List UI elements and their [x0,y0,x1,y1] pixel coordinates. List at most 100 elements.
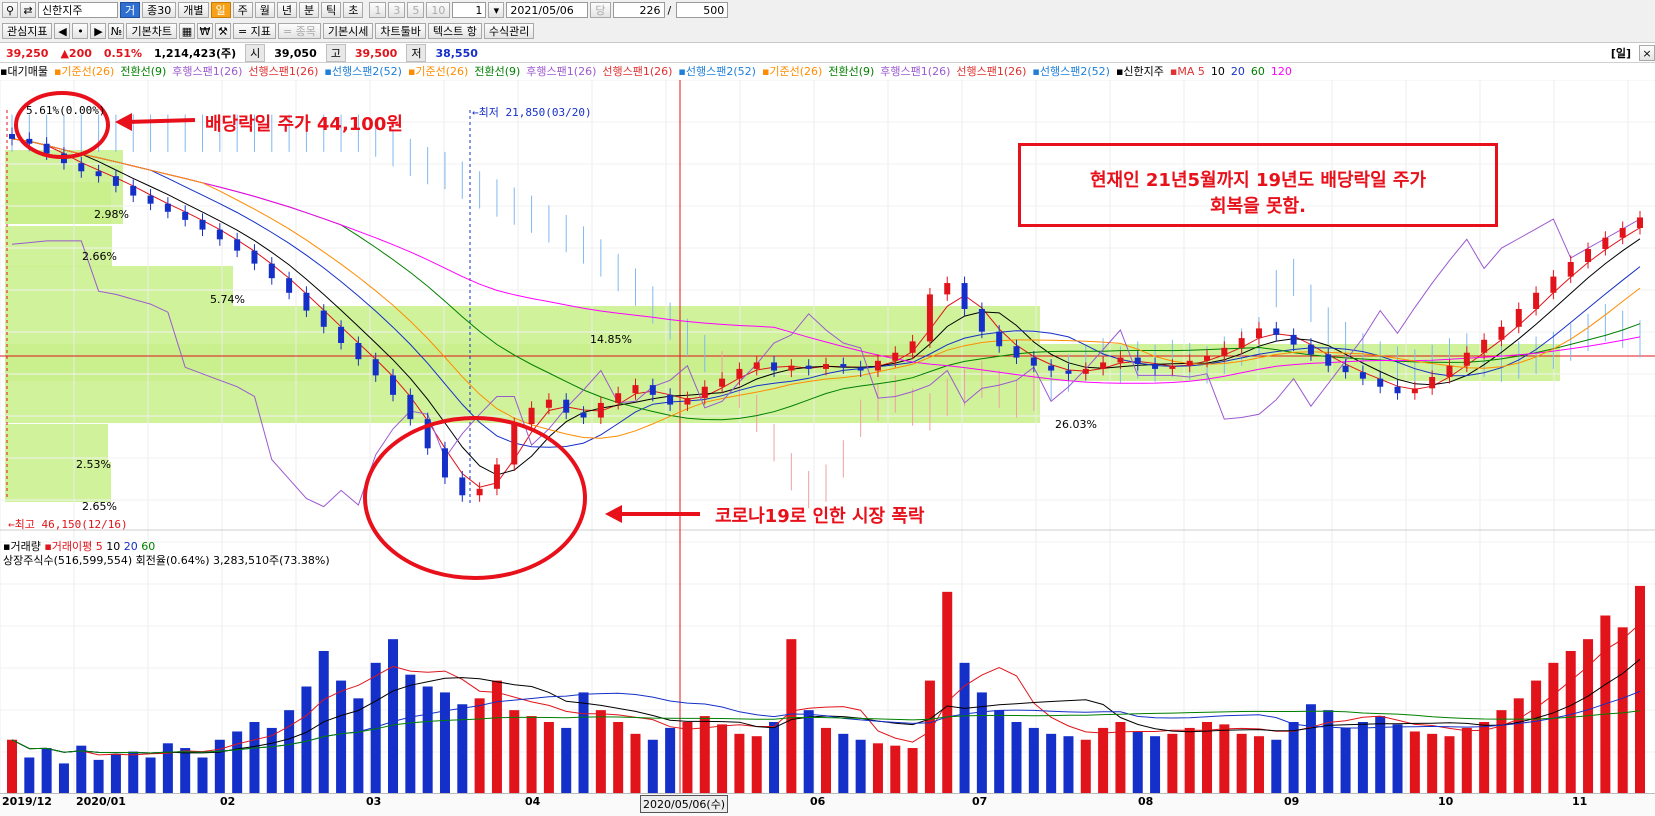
basic-chart-button[interactable]: 기본차트 [126,23,177,39]
calendar-icon[interactable]: ▦ [178,23,195,39]
wrench-icon[interactable]: ⚒ [214,23,231,39]
candle-body [459,477,466,496]
period-week[interactable]: 주 [232,2,253,18]
legend-item[interactable]: 후행스팬1(26) [880,65,950,78]
legend-item[interactable]: ▪선행스팬2(52) [324,65,402,78]
period-year[interactable]: 년 [276,2,297,18]
legend-item[interactable]: 전환선(9) [828,65,874,78]
legend-item[interactable]: ▪선행스팬2(52) [1032,65,1110,78]
scroll-right-icon[interactable]: ▶ [90,23,107,39]
chevron-down-icon[interactable]: ▾ [488,2,505,18]
formula-button[interactable]: 수식관리 [483,23,535,39]
candle-body [1152,364,1159,369]
x-axis-label: 07 [972,795,988,808]
indicator-button[interactable]: = 지표 [232,23,276,39]
high-label: 고 [325,44,346,62]
period-day[interactable]: 일 [210,2,231,18]
candle-body [632,385,639,394]
chart-toolbar-button[interactable]: 차트툴바 [375,23,426,39]
period-second[interactable]: 초 [343,2,364,18]
item-button[interactable]: = 종목 [277,23,321,39]
candle-body [597,402,604,418]
volume-ma-60: 60 [141,540,156,553]
date-select[interactable]: 2021/05/06 [506,2,589,18]
legend-item[interactable]: 전환선(9) [120,65,166,78]
candle-body [1637,217,1643,228]
minute-5[interactable]: 5 [407,2,425,18]
candle-body [511,424,518,465]
text-button[interactable]: 텍스트 항 [427,23,482,39]
volume-bar [1288,722,1299,793]
legend-item[interactable]: 후행스팬1(26) [172,65,242,78]
legend-item[interactable]: 후행스팬1(26) [526,65,596,78]
legend-item[interactable]: 선행스팬1(26) [248,65,318,78]
legend-item[interactable]: ▪MA 5 [1170,65,1205,78]
profile-pct: 2.66% [82,250,117,263]
number-icon[interactable]: № [108,23,125,39]
candle-body [164,203,171,212]
scroll-left-icon[interactable]: ◀ [54,23,71,39]
refresh-icon[interactable]: ⇄ [20,2,36,18]
legend-item[interactable]: ▪기준선(26) [54,65,114,78]
stock-name-input[interactable]: 신한지주 [38,2,118,18]
volume-bar [110,753,121,793]
count-input[interactable]: 1 [452,2,487,18]
candle-body [840,364,847,368]
won-icon[interactable]: ₩ [196,23,213,39]
high-value: 39,500 [354,46,398,60]
dot-icon[interactable]: • [72,23,89,39]
volume-bar [717,724,728,793]
legend-item[interactable]: 선행스팬1(26) [602,65,672,78]
legend-item[interactable]: ▪대기매물 [0,65,48,78]
watch-indicator-button[interactable]: 관심지표 [2,23,53,39]
legend-item[interactable]: ▪기준선(26) [762,65,822,78]
legend-item[interactable]: 120 [1271,65,1292,78]
minute-10[interactable]: 10 [426,2,451,18]
volume-bar [1496,710,1507,793]
volume-bar [890,745,901,793]
geo-toggle[interactable]: 거 [120,2,141,18]
volume-bar [1046,733,1057,793]
volume-bar [1253,736,1264,793]
close-icon[interactable]: × [1639,45,1655,61]
legend-item[interactable]: ▪신한지주 [1116,65,1164,78]
candle-body [1602,237,1609,250]
volume-bar [388,639,399,793]
legend-item[interactable]: 전환선(9) [474,65,520,78]
candle-body [9,134,15,139]
legend-item[interactable]: 선행스팬1(26) [956,65,1026,78]
minute-1[interactable]: 1 [369,2,387,18]
minute-3[interactable]: 3 [388,2,406,18]
interval-button[interactable]: 종30 [142,2,177,18]
dang-button[interactable]: 당 [590,2,611,18]
period-minute[interactable]: 분 [299,2,320,18]
period-tick[interactable]: 틱 [321,2,342,18]
legend-item[interactable]: ▪선행스팬2(52) [678,65,756,78]
basic-quote-button[interactable]: 기본시세 [322,23,374,39]
period-month[interactable]: 월 [254,2,275,18]
volume-bar [197,757,208,793]
volume-info: 상장주식수(516,599,554) 회전율(0.64%) 3,283,510주… [3,554,330,567]
page-total-input[interactable]: 500 [676,2,729,18]
candle-body [649,385,656,395]
legend-item[interactable]: 20 [1231,65,1245,78]
volume-bar [249,722,260,793]
legend-item[interactable]: ▪기준선(26) [408,65,468,78]
volume-bar [682,722,693,793]
low-price-marker: ←최저 21,850(03/20) [472,106,592,119]
legend-item[interactable]: 10 [1211,65,1225,78]
candle-body [1255,328,1262,339]
candle-body [251,250,258,264]
profile-pct: 14.85% [590,333,632,346]
volume-bar [630,733,641,793]
individual-button[interactable]: 개별 [178,2,209,18]
volume-bar [1392,724,1403,793]
profile-pct: 2.65% [82,500,117,513]
legend-item[interactable]: 60 [1251,65,1265,78]
volume-bar [959,662,970,793]
volume-bar [232,731,243,793]
volume-bar [1305,704,1316,793]
search-icon[interactable]: ⚲ [2,2,18,18]
volume-bar [336,680,347,793]
page-current-input[interactable]: 226 [612,2,665,18]
